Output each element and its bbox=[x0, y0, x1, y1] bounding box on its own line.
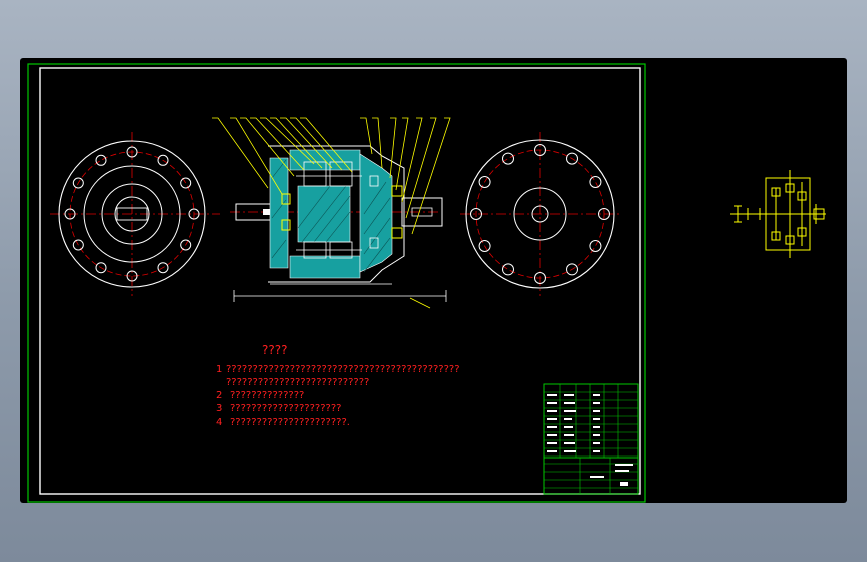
note-1-continuation: ??????????????????????????? bbox=[226, 377, 369, 388]
leader-line bbox=[401, 117, 423, 203]
bolt-hole bbox=[502, 263, 514, 276]
cad-model-viewport[interactable]: ???? 1 ?????????????????????????????????… bbox=[20, 58, 847, 503]
drawing-border-frame bbox=[27, 63, 646, 503]
bolt-hole bbox=[589, 240, 602, 252]
note-1-number: 1 bbox=[216, 364, 222, 375]
right-end-view[interactable] bbox=[460, 132, 620, 296]
left-end-view[interactable] bbox=[50, 132, 220, 296]
leader-line bbox=[389, 117, 397, 179]
note-2-number: 2 bbox=[216, 390, 222, 401]
bolt-hole bbox=[589, 176, 602, 188]
lower-ring-gear-section bbox=[289, 255, 361, 279]
left-cover-section bbox=[269, 157, 289, 269]
notes-heading: ???? bbox=[262, 343, 287, 357]
note-1-text: ????????????????????????????????????????… bbox=[226, 364, 460, 375]
technical-requirements: ???? 1 ?????????????????????????????????… bbox=[216, 343, 460, 428]
note-2-text: ?????????????? bbox=[230, 390, 304, 401]
bolt-hole bbox=[502, 152, 514, 165]
cad-drawing-canvas[interactable]: ???? 1 ?????????????????????????????????… bbox=[20, 58, 847, 503]
note-4-text: ??????????????????????. bbox=[230, 417, 350, 428]
kinematic-schematic[interactable] bbox=[730, 170, 826, 258]
title-block[interactable] bbox=[543, 383, 639, 495]
leader-line bbox=[395, 117, 409, 191]
leader-line bbox=[372, 117, 383, 169]
note-3-number: 3 bbox=[216, 403, 222, 414]
leader-line bbox=[360, 117, 373, 155]
section-view[interactable] bbox=[212, 117, 451, 309]
bolt-hole bbox=[95, 154, 107, 166]
leader-line bbox=[212, 117, 269, 189]
note-4-number: 4 bbox=[216, 417, 222, 428]
note-3-text: ????????????????????? bbox=[230, 403, 341, 414]
